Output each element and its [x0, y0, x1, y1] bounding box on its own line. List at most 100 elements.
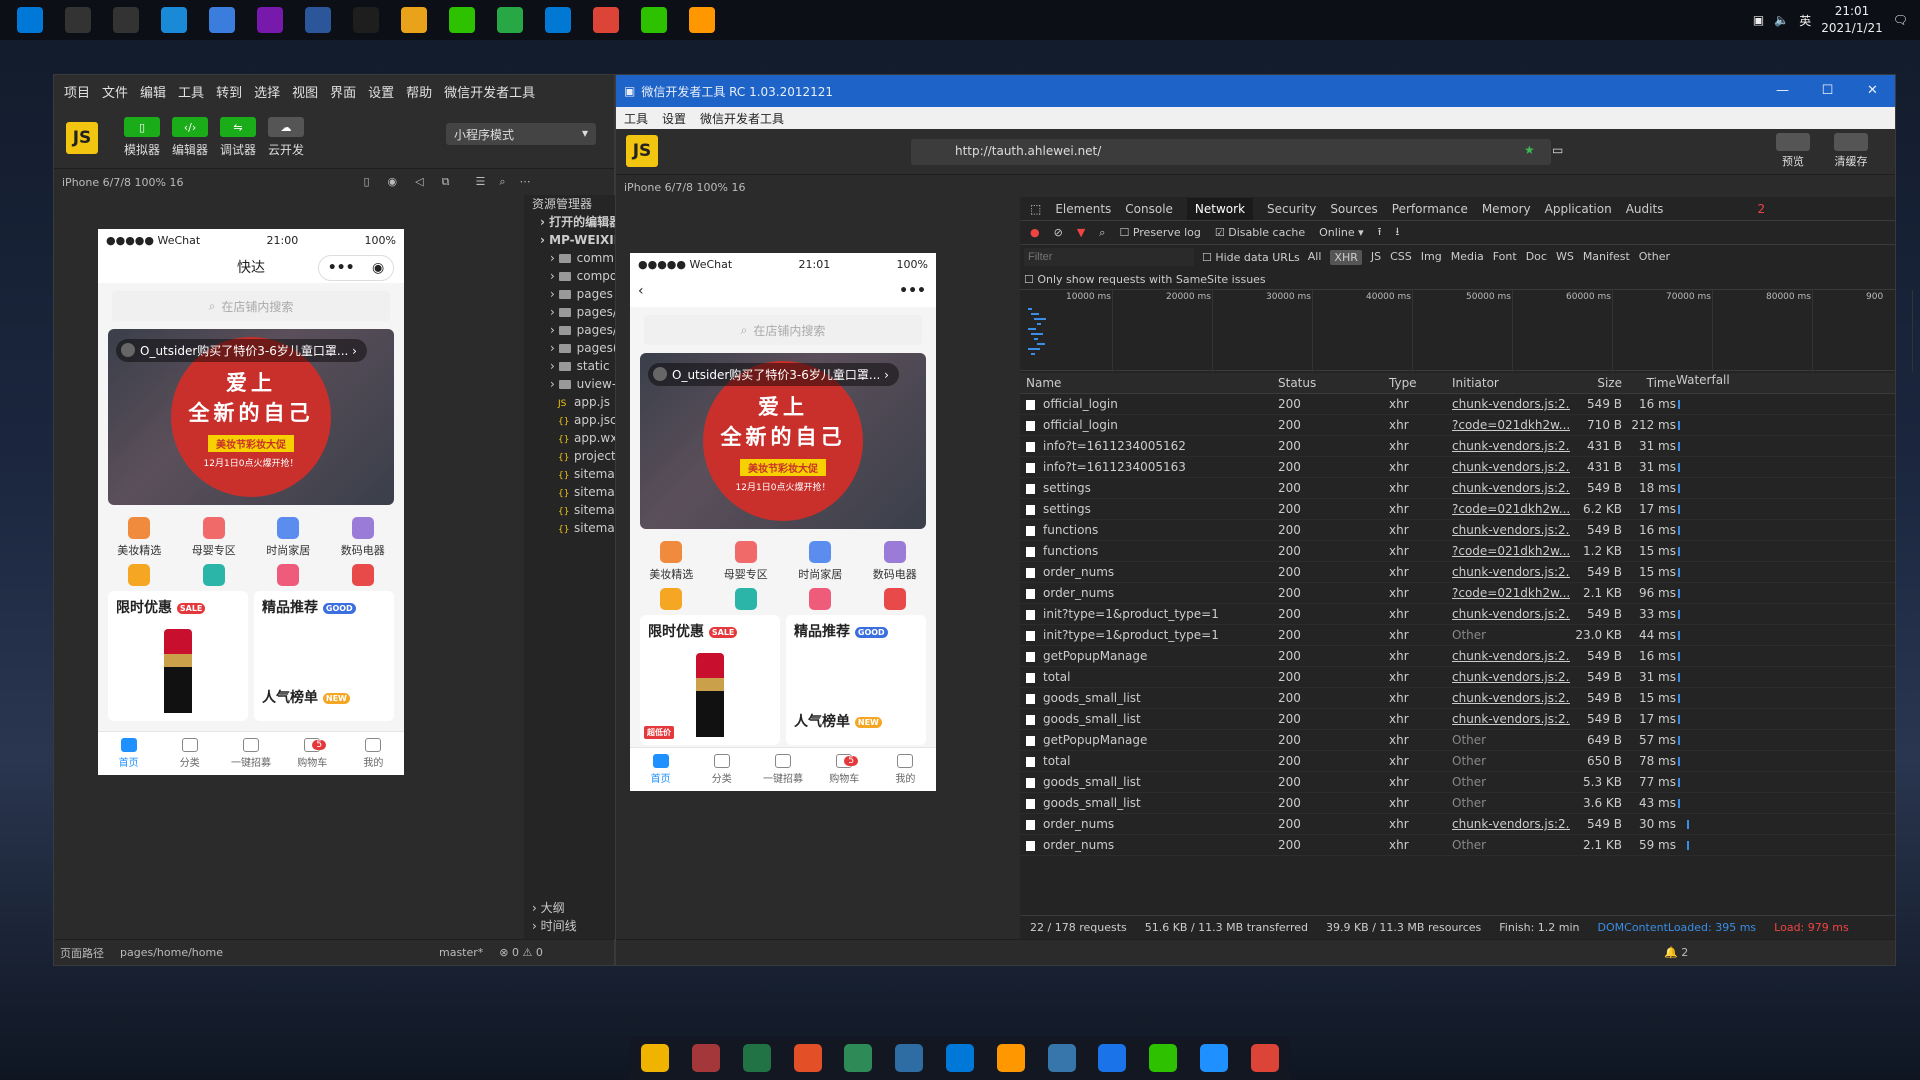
table-row[interactable]: order_nums 200 xhr chunk-vendors.js:2... 549…	[1020, 814, 1895, 835]
tool-debug[interactable]: ⇋ 调试器	[214, 117, 262, 158]
folder-icon[interactable]	[844, 1044, 873, 1072]
type-filter-xhr[interactable]: XHR	[1330, 249, 1362, 265]
search-input[interactable]: ⌕ 在店铺内搜索	[644, 315, 922, 345]
samesite-filter[interactable]: ☐ Only show requests with SameSite issue…	[1020, 269, 1895, 289]
onenote-icon[interactable]	[257, 7, 283, 33]
request-name[interactable]: goods_small_list	[1020, 796, 1274, 810]
category-item[interactable]: 美妆精选	[102, 517, 177, 558]
export-icon[interactable]: ⭳	[1396, 223, 1400, 242]
type-filter-ws[interactable]: WS	[1556, 250, 1574, 265]
table-row[interactable]: goods_small_list 200 xhr Other 3.6 KB 43 ms	[1020, 793, 1895, 814]
request-name[interactable]: goods_small_list	[1020, 712, 1274, 726]
folder-icon[interactable]: ▭	[1552, 143, 1563, 157]
preview-button[interactable]: 预览	[1776, 133, 1810, 169]
tree-item[interactable]: {} sitema	[532, 501, 616, 519]
type-filter-js[interactable]: JS	[1371, 250, 1381, 265]
search-input[interactable]: ⌕ 在店铺内搜索	[112, 291, 390, 321]
menu-item[interactable]: 界面	[330, 82, 356, 101]
tab-0[interactable]: 首页	[630, 748, 691, 791]
request-name[interactable]: getPopupManage	[1020, 649, 1274, 663]
request-initiator[interactable]: chunk-vendors.js:2...	[1452, 817, 1570, 831]
table-row[interactable]: info?t=1611234005163 200 xhr chunk-vendors.…	[1020, 457, 1895, 478]
windows-icon[interactable]	[945, 1044, 974, 1072]
category-item[interactable]: 数码电器	[858, 541, 933, 582]
table-row[interactable]: order_nums 200 xhr Other 2.1 KB 59 ms	[1020, 835, 1895, 856]
request-name[interactable]: goods_small_list	[1020, 775, 1274, 789]
tree-item[interactable]: {} sitema	[532, 483, 616, 501]
tab-4[interactable]: 我的	[875, 748, 936, 791]
tree-item[interactable]: › compo	[532, 267, 616, 285]
timeline-section[interactable]: › 时间线	[524, 917, 577, 935]
category-item[interactable]: 美妆精选	[634, 541, 709, 582]
sublime-icon[interactable]	[689, 7, 715, 33]
search-icon[interactable]: ⌕	[1099, 226, 1105, 240]
tab-3[interactable]: 5 购物车	[282, 732, 343, 775]
menu-item[interactable]: 微信开发者工具	[444, 82, 535, 101]
table-row[interactable]: init?type=1&product_type=1 200 xhr Other 23.…	[1020, 625, 1895, 646]
promo-limited[interactable]: 限时优惠 SALE	[108, 591, 248, 721]
tab-0[interactable]: 首页	[98, 732, 159, 775]
sim-controls[interactable]: ▯◉◁⧉	[363, 175, 467, 189]
column-size[interactable]: Size	[1570, 376, 1622, 390]
request-initiator[interactable]: chunk-vendors.js:2...	[1452, 670, 1570, 684]
record-icon[interactable]: ●	[1030, 226, 1040, 239]
minimize-icon[interactable]: —	[1760, 75, 1805, 107]
filter-icon[interactable]: ▼	[1077, 226, 1085, 239]
table-row[interactable]: goods_small_list 200 xhr chunk-vendors.js:2…	[1020, 709, 1895, 730]
request-name[interactable]: functions	[1020, 544, 1274, 558]
request-name[interactable]: official_login	[1020, 397, 1274, 411]
column-initiator[interactable]: Initiator	[1452, 376, 1570, 390]
tree-item[interactable]: {} app.jsc	[532, 411, 616, 429]
clear-cache-button[interactable]: 清缓存	[1834, 133, 1868, 169]
tree-item[interactable]: {} sitema	[532, 465, 616, 483]
type-filter-other[interactable]: Other	[1639, 250, 1670, 265]
request-initiator[interactable]: chunk-vendors.js:2...	[1452, 397, 1570, 411]
category-item[interactable]: 时尚家居	[251, 517, 326, 558]
table-row[interactable]: official_login 200 xhr ?code=021dkh2w... 710…	[1020, 415, 1895, 436]
menu-item[interactable]: 微信开发者工具	[700, 110, 784, 127]
bell-icon[interactable]: 🔔 2	[1664, 946, 1688, 959]
tree-item[interactable]: {} sitema	[532, 519, 616, 537]
url-field[interactable]: http://tauth.ahlewei.net/	[911, 139, 1551, 165]
filter-input[interactable]	[1024, 248, 1194, 266]
table-row[interactable]: info?t=1611234005162 200 xhr chunk-vendors.…	[1020, 436, 1895, 457]
capsule-menu[interactable]: ••• ◉	[318, 255, 394, 281]
request-name[interactable]: total	[1020, 670, 1274, 684]
column-time[interactable]: Time	[1622, 376, 1676, 390]
request-name[interactable]: total	[1020, 754, 1274, 768]
table-row[interactable]: official_login 200 xhr chunk-vendors.js:2..…	[1020, 394, 1895, 415]
tab-1[interactable]: 分类	[159, 732, 220, 775]
import-icon[interactable]: ⭱	[1378, 223, 1382, 242]
banner[interactable]: 爱上 全新的自己 美妆节彩妆大促 12月1日0点火爆开抢！ O_utsider购…	[108, 329, 394, 505]
table-row[interactable]: total 200 xhr Other 650 B 78 ms	[1020, 751, 1895, 772]
menu-item[interactable]: 视图	[292, 82, 318, 101]
back-icon[interactable]: ‹	[638, 283, 644, 299]
menu-item[interactable]: 工具	[178, 82, 204, 101]
menu-item[interactable]: 转到	[216, 82, 242, 101]
table-row[interactable]: settings 200 xhr ?code=021dkh2w... 6.2 KB 17 …	[1020, 499, 1895, 520]
request-name[interactable]: order_nums	[1020, 817, 1274, 831]
tab-3[interactable]: 5 购物车	[814, 748, 875, 791]
tab-4[interactable]: 我的	[343, 732, 404, 775]
table-row[interactable]: getPopupManage 200 xhr chunk-vendors.js:2..…	[1020, 646, 1895, 667]
category-item[interactable]: 数码电器	[326, 517, 401, 558]
purchase-notice[interactable]: O_utsider购买了特价3-6岁儿童口罩... ›	[116, 339, 367, 362]
promo-limited[interactable]: 限时优惠 SALE 超低价	[640, 615, 780, 745]
preserve-log-checkbox[interactable]: ☐ Preserve log	[1119, 226, 1200, 239]
tool-code[interactable]: ‹/› 编辑器	[166, 117, 214, 158]
type-filter-css[interactable]: CSS	[1390, 250, 1412, 265]
throttle-select[interactable]: Online ▾	[1319, 226, 1364, 239]
type-filter-doc[interactable]: Doc	[1526, 250, 1547, 265]
devtools-tab-sources[interactable]: Sources	[1330, 202, 1377, 216]
request-initiator[interactable]: chunk-vendors.js:2...	[1452, 712, 1570, 726]
purchase-notice[interactable]: O_utsider购买了特价3-6岁儿童口罩... ›	[648, 363, 899, 386]
type-filter-img[interactable]: Img	[1421, 250, 1442, 265]
chrome-icon[interactable]	[1250, 1044, 1279, 1072]
request-name[interactable]: order_nums	[1020, 565, 1274, 579]
tree-item[interactable]: › pages	[532, 285, 616, 303]
devtools-tab-console[interactable]: Console	[1125, 202, 1173, 216]
python-icon[interactable]	[1047, 1044, 1076, 1072]
tree-item[interactable]: › pages/	[532, 303, 616, 321]
category-item[interactable]: 母婴专区	[709, 541, 784, 582]
hbuilder-icon[interactable]	[497, 7, 523, 33]
